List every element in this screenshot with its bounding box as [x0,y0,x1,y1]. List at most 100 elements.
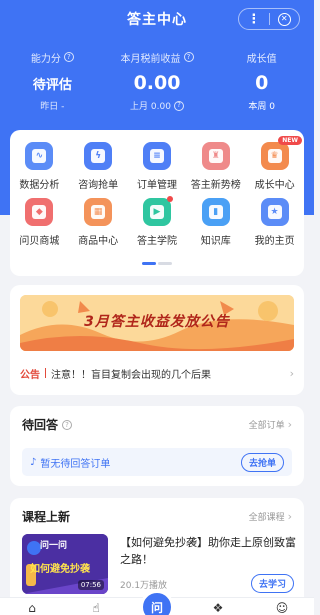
tool-label: 答主新势榜 [190,180,241,191]
tool-item[interactable]: ≡ 订单管理 [128,142,187,191]
icon-glyph: ▮ [208,205,223,219]
link-label: 全部课程 [248,513,285,523]
tool-label: 我的主页 [254,236,295,247]
tool-label: 答主学院 [136,236,177,247]
tool-label: 商品中心 [78,236,119,247]
mini-program-capsule: ⋮ ✕ [238,8,300,30]
help-icon[interactable]: ? [63,52,74,62]
stat-sub: 上月 0.00 [130,102,171,112]
tool-item[interactable]: ▮ 知识库 [186,198,245,247]
store-icon: ▦ [84,198,113,226]
announcement-banner[interactable]: 3月答主收益发放公告 [20,295,294,351]
icon-glyph: ϟ [91,149,106,163]
icon-glyph: ◆ [32,205,47,219]
stat-label: 成长值 [246,53,277,65]
stat-sub: 昨日 - [40,102,65,112]
thumbnail-title: 如何避免抄袭 [30,564,90,575]
tool-label: 问贝商城 [19,236,60,247]
stat-label: 本月税前收益 [120,53,181,65]
empty-orders-box: ♪ 暂无待回答订单 去抢单 [22,448,292,476]
crown-icon: ♛ [260,142,289,170]
course-views: 20.1万播放 [120,581,168,591]
stat-sub: 本周 0 [248,102,275,112]
bell-icon: ♪ [30,456,37,468]
learn-button[interactable]: 去学习 [250,574,294,593]
section-header: 课程上新 全部课程 › [22,508,292,525]
section-title: 待回答 [22,418,59,432]
help-icon[interactable]: ? [173,100,184,111]
stat-value: 0 [255,72,269,94]
tool-item[interactable]: ◆ 问贝商城 [10,198,69,247]
close-icon[interactable]: ✕ [270,9,300,29]
star-icon: ★ [260,198,289,226]
icon-glyph: ∿ [32,149,47,163]
book-icon: ▮ [201,198,230,226]
document-icon: ≡ [142,142,171,170]
tools-grid: ∿ 数据分析 ϟ 咨询抢单 ≡ 订单管理 ♜ 答主新势榜 ♛ NEW 成长中心 ◆ 问贝商城 ▦ 商品中心 ▶… [10,130,304,247]
tool-label: 知识库 [200,236,231,247]
help-icon[interactable]: ? [62,419,73,430]
all-orders-link[interactable]: 全部订单 › [249,418,292,431]
thumbnail-logo: 问一问 [40,541,68,551]
video-duration: 07:56 [77,580,104,590]
notification-dot [166,196,173,202]
section-header: 待回答 ? 全部订单 › [22,416,292,433]
shop-icon: ◆ [25,198,54,226]
tool-item[interactable]: ▶ 答主学院 [128,196,187,247]
icon-glyph: ▦ [91,205,106,219]
stat-ability-score[interactable]: 能力分 ? 待评估 昨日 - [0,50,105,112]
grab-order-button[interactable]: 去抢单 [240,452,284,472]
link-label: 全部订单 [248,421,285,431]
new-badge: NEW [278,136,302,145]
notice-divider [45,368,46,378]
pending-answers-card: 待回答 ? 全部订单 › ♪ 暂无待回答订单 去抢单 [10,406,304,486]
tool-label: 订单管理 [136,180,177,191]
icon-glyph: ▶ [149,205,164,219]
icon-glyph: ★ [267,205,282,219]
tool-label: 成长中心 [254,180,295,191]
stats-row: 能力分 ? 待评估 昨日 - 本月税前收益 ? 0.00 上月 0.00 ? 成… [0,50,314,112]
lightning-icon: ϟ [84,142,113,170]
chevron-right-icon: › [287,418,292,431]
page-dot-active [142,262,156,265]
course-thumbnail[interactable]: 问一问 如何避免抄袭 07:56 [22,534,108,594]
tool-item[interactable]: ϟ 咨询抢单 [69,142,128,191]
banner-title: 3月答主收益发放公告 [84,314,230,330]
tools-card: ∿ 数据分析 ϟ 咨询抢单 ≡ 订单管理 ♜ 答主新势榜 ♛ NEW 成长中心 ◆ 问贝商城 ▦ 商品中心 ▶… [10,130,304,276]
icon-glyph: ♛ [267,149,282,163]
notice-text: 注意！！盲目复制会出现的几个后果 [51,369,211,381]
tool-label: 数据分析 [19,180,60,191]
tab-touch-icon[interactable]: ☝ [76,598,116,614]
icon-glyph: ♜ [208,149,223,163]
chart-icon: ∿ [25,142,54,170]
help-icon[interactable]: ? [183,52,194,62]
bottom-tab-bar: ⌂ ☝ 问 ❖ ☺ [0,590,314,615]
notice-row[interactable]: 公告 注意！！盲目复制会出现的几个后果 › [20,363,294,383]
page-dot [158,262,172,265]
stat-value: 0.00 [133,72,181,94]
tool-item[interactable]: ▦ 商品中心 [69,198,128,247]
tab-home-icon[interactable]: ⌂ [12,598,52,614]
tool-item[interactable]: ∿ 数据分析 [10,142,69,191]
tab-chat-icon[interactable]: ☺ [262,598,302,614]
play-icon: ▶ [142,196,173,226]
course-title[interactable]: 【如何避免抄袭】助你走上原创致富之路！ [120,534,296,568]
stat-value: 待评估 [32,77,72,93]
empty-text: 暂无待回答订单 [40,458,111,470]
tool-item[interactable]: ♜ 答主新势榜 [186,142,245,191]
page-title: 答主中心 [127,12,187,28]
chevron-right-icon: › [287,510,292,523]
tab-apps-icon[interactable]: ❖ [198,598,238,614]
page-indicator [142,262,172,265]
chevron-right-icon: › [289,366,294,380]
stat-growth-value[interactable]: 成长值 0 本周 0 [209,50,314,113]
tool-label: 咨询抢单 [78,180,119,191]
all-courses-link[interactable]: 全部课程 › [249,510,292,523]
more-icon[interactable]: ⋮ [239,9,269,29]
trophy-icon: ♜ [201,142,230,170]
stat-monthly-income[interactable]: 本月税前收益 ? 0.00 上月 0.00 ? [105,50,210,112]
notice-tag: 公告 [20,369,40,381]
tool-item[interactable]: ★ 我的主页 [245,198,304,247]
stat-label: 能力分 [30,53,61,65]
tool-item[interactable]: ♛ NEW 成长中心 [245,136,304,191]
